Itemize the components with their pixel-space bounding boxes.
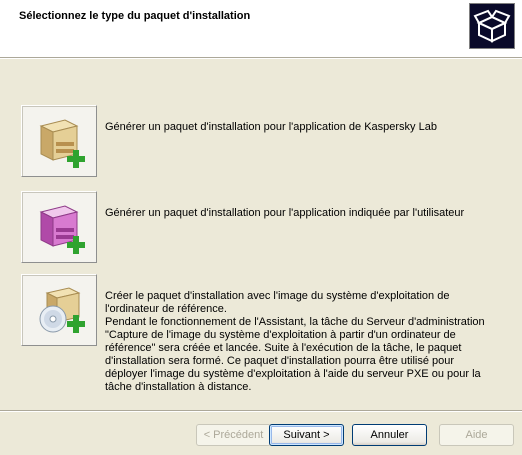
option-text-line: Générer un paquet d'installation pour l'… (105, 207, 465, 219)
option-description: Créer le paquet d'installation avec l'im… (105, 290, 497, 394)
open-box-icon (469, 3, 515, 49)
user-package-button[interactable] (21, 191, 97, 263)
wizard-header: Sélectionnez le type du paquet d'install… (0, 0, 522, 58)
kaspersky-package-button[interactable] (21, 105, 97, 177)
disc-package-add-icon (39, 287, 85, 333)
option-text-line: Générer un paquet d'installation pour l'… (105, 121, 437, 133)
option-description: Générer un paquet d'installation pour l'… (105, 121, 497, 134)
next-button[interactable]: Suivant > (269, 424, 344, 446)
option-text-line: Pendant le fonctionnement de l'Assistant… (105, 316, 485, 393)
back-button[interactable]: < Précédent (196, 424, 271, 446)
option-os-image-package: Créer le paquet d'installation avec l'im… (21, 274, 497, 393)
help-button[interactable]: Aide (439, 424, 514, 446)
cancel-button[interactable]: Annuler (352, 424, 427, 446)
os-image-package-button[interactable] (21, 274, 97, 346)
option-description: Générer un paquet d'installation pour l'… (105, 207, 497, 220)
option-kaspersky-package: Générer un paquet d'installation pour l'… (21, 105, 497, 177)
package-pink-add-icon (39, 205, 85, 254)
option-user-package: Générer un paquet d'installation pour l'… (21, 191, 497, 263)
page-title: Sélectionnez le type du paquet d'install… (19, 10, 251, 22)
option-text-line: Créer le paquet d'installation avec l'im… (105, 290, 450, 315)
package-add-icon (39, 119, 85, 168)
